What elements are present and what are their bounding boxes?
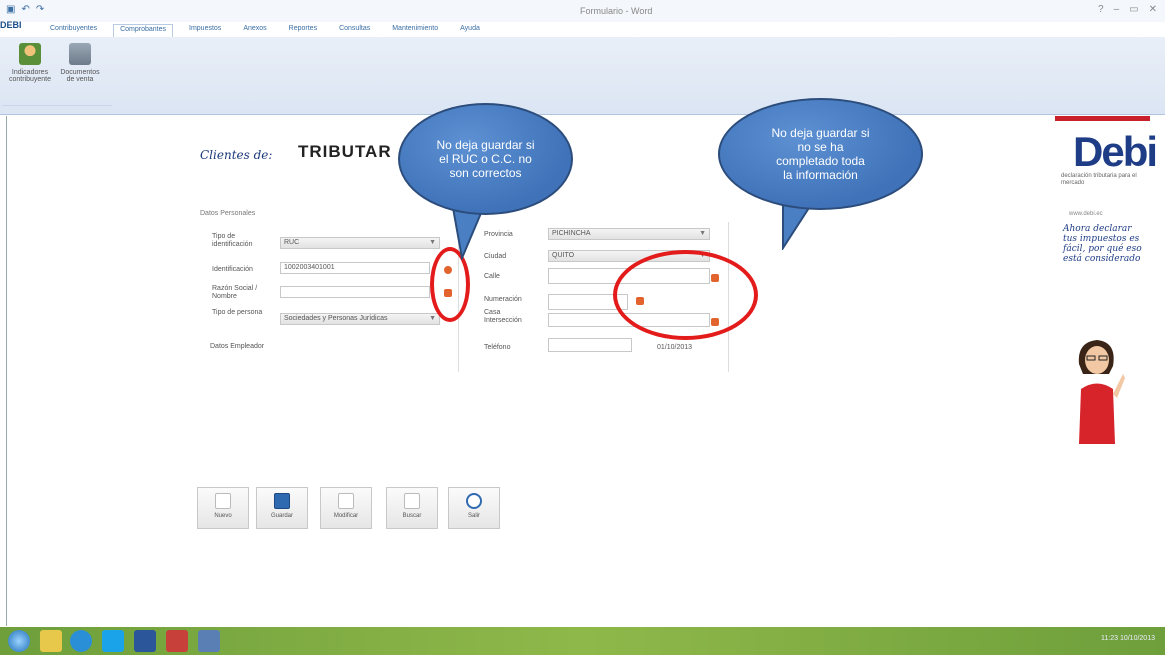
- date[interactable]: 10/10/2013: [1120, 635, 1155, 642]
- guardar-label: Guardar: [270, 513, 293, 519]
- form-title-label: Clientes de:: [200, 148, 273, 162]
- quick-access-toolbar: ▣ ↶ ↷: [6, 4, 44, 15]
- edit-icon: [338, 493, 354, 509]
- word-icon[interactable]: [134, 630, 156, 652]
- callout-incomplete-text: No deja guardar si no se ha completado t…: [771, 126, 870, 182]
- undo-icon[interactable]: ↶: [21, 4, 29, 15]
- redo-icon[interactable]: ↷: [36, 4, 44, 15]
- title-bar: ▣ ↶ ↷ Formulario - Word ? – ▭ ✕: [0, 0, 1165, 22]
- search-icon: [404, 493, 420, 509]
- buscar-button[interactable]: Buscar: [386, 487, 438, 529]
- section-title: Datos Personales: [200, 210, 256, 217]
- telefono-field[interactable]: [548, 338, 632, 352]
- app-logo: DEBI: [0, 20, 22, 30]
- new-file-icon: [215, 493, 231, 509]
- telefono-label: Teléfono: [484, 344, 511, 351]
- ad-handwritten-note: Ahora declarar tus impuestos es fácil, p…: [1063, 224, 1142, 264]
- skype-icon[interactable]: [102, 630, 124, 652]
- razon-social-label: Razón Social / Nombre: [212, 285, 258, 300]
- users-icon: [19, 43, 41, 65]
- minimize-button[interactable]: –: [1114, 4, 1120, 15]
- application-window: ▣ ↶ ↷ Formulario - Word ? – ▭ ✕ DEBI Con…: [0, 0, 1165, 655]
- salir-label: Salir: [467, 513, 480, 519]
- start-button-icon[interactable]: [8, 630, 30, 652]
- callout-ruc-validation: No deja guardar si el RUC o C.C. no son …: [398, 103, 573, 215]
- debi-ad-panel: Debi declaración tributaria para el merc…: [1055, 116, 1158, 446]
- tipo-ident-label: Tipo de identificación: [212, 233, 253, 248]
- document-icon: [69, 43, 91, 65]
- date-value: 01/10/2013: [657, 344, 693, 351]
- indicadores-label: Indicadores contribuyente: [8, 69, 52, 83]
- callout-ruc-text: No deja guardar si el RUC o C.C. no son …: [436, 138, 535, 180]
- provincia-select[interactable]: PICHINCHA ▼: [548, 228, 710, 240]
- form-title: TRIBUTAR: [298, 142, 392, 161]
- tipo-ident-value: RUC: [284, 239, 300, 246]
- ribbon-tabs: Contribuyentes Comprobantes Impuestos An…: [44, 24, 486, 38]
- numeracion-label: Numeración: [484, 296, 522, 303]
- identificacion-field[interactable]: 1002003401001: [280, 262, 430, 274]
- ad-top-bar: [1055, 116, 1150, 121]
- maximize-button[interactable]: ▭: [1129, 4, 1138, 15]
- callout-incomplete-info: No deja guardar si no se ha completado t…: [718, 98, 923, 210]
- clock[interactable]: 11:23: [1101, 635, 1118, 642]
- ciudad-value: QUITO: [552, 252, 575, 259]
- tab-ayuda[interactable]: Ayuda: [454, 24, 486, 38]
- window-title: Formulario - Word: [580, 6, 653, 16]
- nuevo-label: Nuevo: [214, 513, 232, 519]
- tab-anexos[interactable]: Anexos: [237, 24, 272, 38]
- salir-button[interactable]: Salir: [448, 487, 500, 529]
- ribbon-group-divider: [2, 105, 112, 115]
- tipo-persona-select[interactable]: Sociedades y Personas Jurídicas ▼: [280, 313, 440, 325]
- documentos-button[interactable]: Documentos de venta: [56, 43, 104, 83]
- tab-contribuyentes[interactable]: Contribuyentes: [44, 24, 103, 38]
- exit-icon: [466, 493, 482, 509]
- taskbar: 11:23 10/10/2013: [0, 627, 1165, 655]
- internet-explorer-icon[interactable]: [70, 630, 92, 652]
- tab-impuestos[interactable]: Impuestos: [183, 24, 227, 38]
- ad-subtitle: declaración tributaria para el mercado: [1061, 173, 1137, 186]
- identificacion-label: Identificación: [212, 266, 253, 273]
- window-controls: ? – ▭ ✕: [1098, 4, 1157, 15]
- save-icon: [274, 493, 290, 509]
- tab-comprobantes[interactable]: Comprobantes: [113, 24, 174, 38]
- content-left-border: [6, 116, 7, 626]
- buscar-label: Buscar: [402, 513, 422, 519]
- chevron-down-icon: ▼: [699, 230, 706, 237]
- ribbon-panel: Indicadores contribuyente Documentos de …: [0, 37, 1165, 115]
- modificar-button[interactable]: Modificar: [320, 487, 372, 529]
- indicadores-button[interactable]: Indicadores contribuyente: [6, 43, 54, 83]
- tipo-persona-label: Tipo de persona: [212, 309, 263, 316]
- woman-illustration-icon: [1078, 340, 1125, 444]
- tab-consultas[interactable]: Consultas: [333, 24, 376, 38]
- modificar-label: Modificar: [333, 513, 359, 519]
- save-icon[interactable]: ▣: [6, 4, 15, 15]
- ad-link[interactable]: www.debi.ec: [1069, 211, 1103, 217]
- network-app-icon[interactable]: [198, 630, 220, 652]
- highlight-ring-right: [613, 250, 758, 340]
- tab-mantenimiento[interactable]: Mantenimiento: [386, 24, 444, 38]
- close-button[interactable]: ✕: [1149, 4, 1157, 15]
- calle-label: Calle: [484, 273, 500, 280]
- debi-logo: Debi: [1073, 128, 1158, 175]
- datos-empleador-checkbox-label[interactable]: Datos Empleador: [210, 343, 264, 351]
- casa-label: Casa Intersección: [484, 309, 522, 324]
- chevron-down-icon: ▼: [429, 315, 436, 322]
- documentos-label: Documentos de venta: [60, 69, 100, 83]
- system-tray: 11:23 10/10/2013: [1101, 635, 1155, 642]
- tab-reportes[interactable]: Reportes: [283, 24, 323, 38]
- chevron-down-icon: ▼: [429, 239, 436, 246]
- provincia-value: PICHINCHA: [552, 230, 591, 237]
- tipo-ident-select[interactable]: RUC ▼: [280, 237, 440, 249]
- file-explorer-icon[interactable]: [40, 630, 62, 652]
- razon-social-field[interactable]: [280, 286, 430, 298]
- tipo-persona-value: Sociedades y Personas Jurídicas: [284, 315, 388, 322]
- help-button[interactable]: ?: [1098, 4, 1104, 15]
- nuevo-button[interactable]: Nuevo: [197, 487, 249, 529]
- guardar-button[interactable]: Guardar: [256, 487, 308, 529]
- debi-app-icon[interactable]: [166, 630, 188, 652]
